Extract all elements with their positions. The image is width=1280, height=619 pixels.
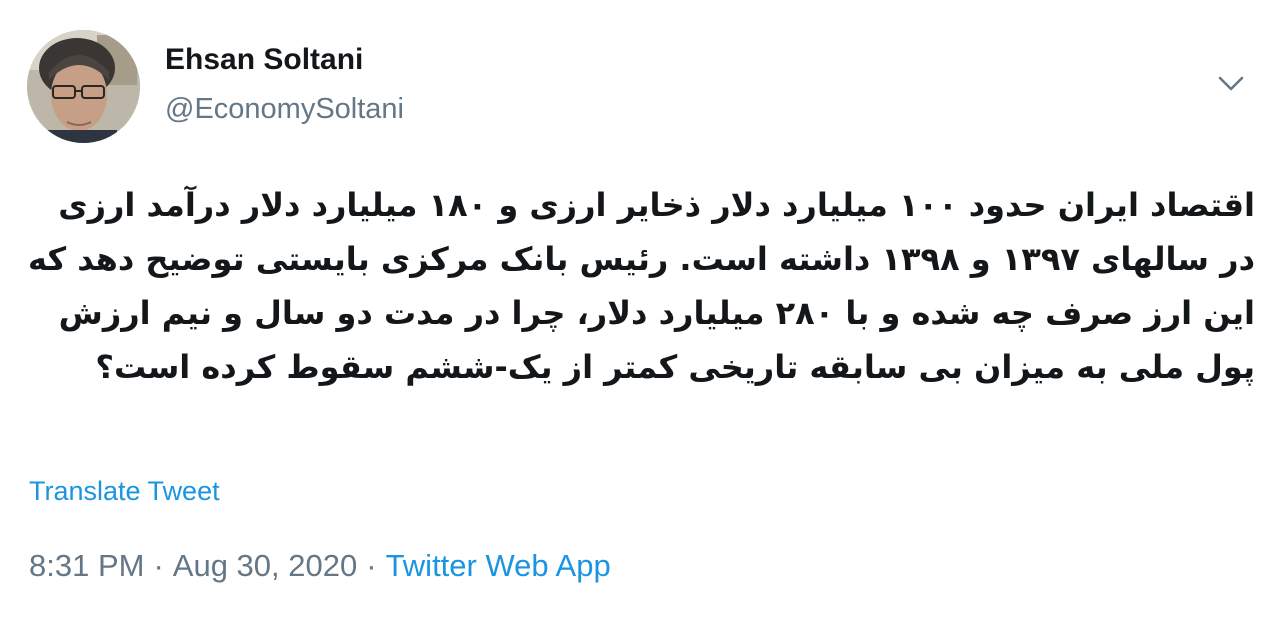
tweet-metadata: 8:31 PM · Aug 30, 2020 · Twitter Web App: [29, 548, 611, 584]
tweet: Ehsan Soltani @EconomySoltani اقتصاد ایر…: [0, 0, 1280, 619]
separator-dot: ·: [366, 548, 377, 583]
tweet-text: اقتصاد ایران حدود ۱۰۰ میلیارد دلار ذخایر…: [28, 186, 1255, 386]
author-block: Ehsan Soltani @EconomySoltani: [165, 42, 404, 127]
tweet-time[interactable]: 8:31 PM: [29, 548, 144, 583]
display-name[interactable]: Ehsan Soltani: [165, 42, 404, 78]
tweet-date[interactable]: Aug 30, 2020: [173, 548, 357, 583]
translate-tweet-link[interactable]: Translate Tweet: [29, 476, 220, 507]
chevron-down-icon: [1218, 76, 1244, 91]
username-handle[interactable]: @EconomySoltani: [165, 91, 404, 127]
tweet-source-link[interactable]: Twitter Web App: [386, 548, 611, 583]
avatar-photo: [27, 30, 140, 143]
tweet-menu-button[interactable]: [1214, 68, 1248, 98]
separator-dot: ·: [153, 548, 164, 583]
avatar[interactable]: [27, 30, 140, 143]
